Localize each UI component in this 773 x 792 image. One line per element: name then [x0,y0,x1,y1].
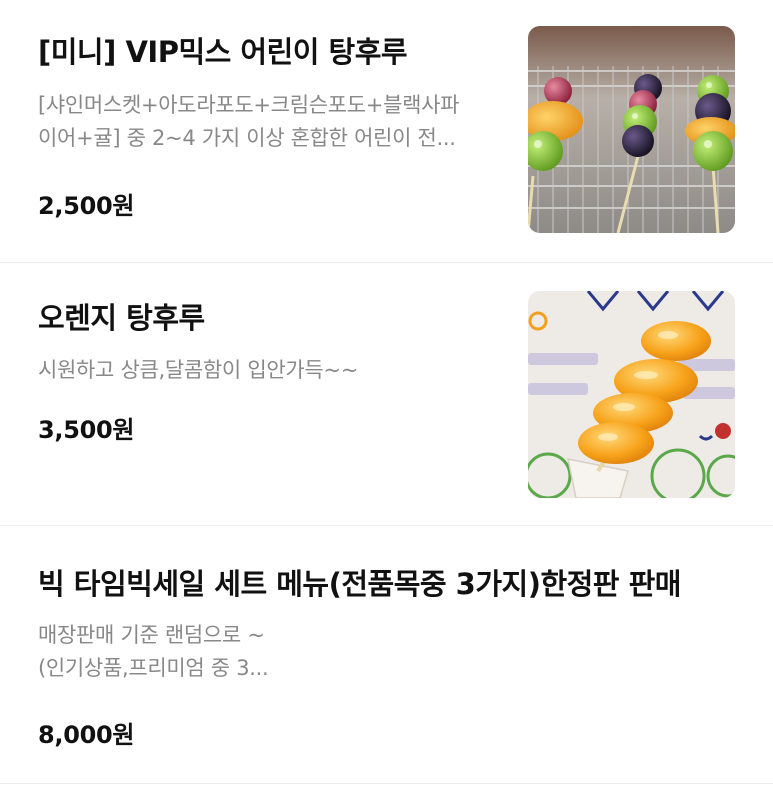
menu-item-price: 8,000원 [38,721,135,749]
menu-item-description-line: 시원하고 상큼,달콤함이 입안가득~~ [38,358,358,382]
menu-item-photo-orange[interactable] [528,291,735,498]
menu-item-vip-mix[interactable]: [미니] VIP믹스 어린이 탕후루 [샤인머스켓+아도라포도+크림슨포도+블랙… [0,0,773,263]
menu-item-description: 매장판매 기준 랜덤으로 ~ (인기상품,프리미엄 중 3... [38,619,269,685]
menu-item-description-line: 이어+귤] 중 2~4 가지 이상 혼합한 어린이 전... [38,126,456,150]
mixed-fruit-tanghulu-illustration [528,26,735,233]
menu-item-description: 시원하고 상큼,달콤함이 입안가득~~ [38,354,358,387]
orange-tanghulu-illustration [528,291,735,498]
menu-item-price: 2,500원 [38,192,135,220]
menu-item-orange[interactable]: 오렌지 탕후루 시원하고 상큼,달콤함이 입안가득~~ 3,500원 [0,263,773,526]
menu-item-photo-mixed-fruit[interactable] [528,26,735,233]
menu-item-description-line: [샤인머스켓+아도라포도+크림슨포도+블랙사파 [38,93,460,117]
menu-item-title: 빅 타임빅세일 세트 메뉴(전품목중 3가지)한정판 판매 [38,567,681,601]
menu-item-description-line: 매장판매 기준 랜덤으로 ~ [38,623,265,647]
menu-item-title: 오렌지 탕후루 [38,301,205,335]
menu-list: [미니] VIP믹스 어린이 탕후루 [샤인머스켓+아도라포도+크림슨포도+블랙… [0,0,773,792]
menu-item-big-time-sale-set[interactable]: 빅 타임빅세일 세트 메뉴(전품목중 3가지)한정판 판매 매장판매 기준 랜덤… [0,526,773,784]
menu-item-description-line: (인기상품,프리미엄 중 3... [38,656,269,680]
menu-item-title: [미니] VIP믹스 어린이 탕후루 [38,35,408,69]
menu-item-price: 3,500원 [38,416,135,444]
menu-item-description: [샤인머스켓+아도라포도+크림슨포도+블랙사파 이어+귤] 중 2~4 가지 이… [38,89,459,155]
